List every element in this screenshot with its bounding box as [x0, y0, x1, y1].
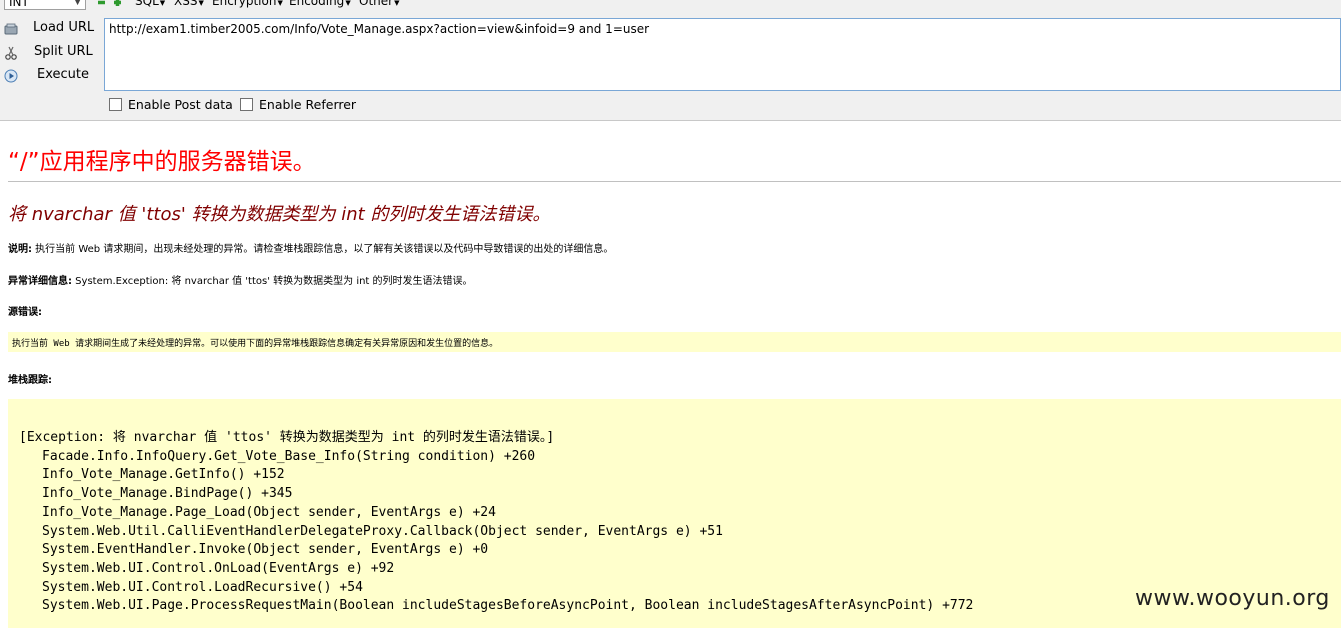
type-select-value: INT — [9, 0, 29, 9]
source-error-line: 源错误: — [8, 303, 42, 318]
description-text: 执行当前 Web 请求期间，出现未经处理的异常。请检查堆栈跟踪信息，以了解有关该… — [32, 244, 614, 255]
url-textarea[interactable]: http://exam1.timber2005.com/Info/Vote_Ma… — [104, 18, 1341, 91]
stack-trace-line: 堆栈跟踪: — [8, 371, 52, 386]
split-url-button[interactable]: Split URL — [0, 42, 100, 64]
hackbar-menu-row: INT ▼ SQL▼ XSS▼ Encryption▼ Encoding▼ Ot… — [0, 0, 1341, 12]
plus-icon[interactable] — [114, 0, 121, 6]
description-label: 说明: — [8, 244, 32, 255]
play-icon — [4, 69, 18, 83]
description-line: 说明: 执行当前 Web 请求期间，出现未经处理的异常。请检查堆栈跟踪信息，以了… — [8, 240, 613, 255]
stack-frame: Info_Vote_Manage.BindPage() +345 — [42, 486, 293, 502]
hackbar-toolbar: INT ▼ SQL▼ XSS▼ Encryption▼ Encoding▼ Ot… — [0, 0, 1341, 121]
enable-post-data-checkbox[interactable]: Enable Post data — [109, 97, 233, 112]
stack-trace-label: 堆栈跟踪: — [8, 375, 52, 386]
minus-icon[interactable] — [98, 0, 105, 6]
menu-other[interactable]: Other▼ — [359, 0, 399, 8]
checkbox-box[interactable] — [240, 98, 253, 111]
menu-encoding[interactable]: Encoding▼ — [289, 0, 351, 8]
menu-encryption[interactable]: Encryption▼ — [212, 0, 283, 8]
checkbox-box[interactable] — [109, 98, 122, 111]
execute-button[interactable]: Execute — [0, 65, 100, 87]
menu-xss[interactable]: XSS▼ — [174, 0, 204, 8]
page-title: “/”应用程序中的服务器错误。 — [8, 149, 316, 175]
scissors-icon — [5, 46, 17, 60]
enable-referrer-checkbox[interactable]: Enable Referrer — [240, 97, 356, 112]
enable-post-data-label: Enable Post data — [128, 97, 233, 112]
stack-frame: Info_Vote_Manage.GetInfo() +152 — [42, 467, 285, 483]
error-heading: 将 nvarchar 值 'ttos' 转换为数据类型为 int 的列时发生语法… — [8, 204, 551, 225]
menu-sql[interactable]: SQL▼ — [135, 0, 165, 8]
watermark: www.wooyun.org — [1135, 586, 1330, 611]
stack-frame: Facade.Info.InfoQuery.Get_Vote_Base_Info… — [42, 448, 536, 464]
stack-frame: System.Web.Util.CalliEventHandlerDelegat… — [42, 523, 723, 539]
source-error-label: 源错误: — [8, 307, 42, 318]
stack-frame: Info_Vote_Manage.Page_Load(Object sender… — [42, 504, 496, 520]
load-url-button[interactable]: Load URL — [0, 18, 100, 40]
divider — [8, 181, 1341, 182]
stack-header: [Exception: 将 nvarchar 值 'ttos' 转换为数据类型为… — [19, 430, 555, 445]
load-url-icon — [4, 23, 18, 35]
stack-frame: System.EventHandler.Invoke(Object sender… — [42, 542, 489, 558]
chevron-down-icon: ▼ — [74, 0, 81, 7]
source-error-box: 执行当前 Web 请求期间生成了未经处理的异常。可以使用下面的异常堆栈跟踪信息确… — [8, 332, 1341, 352]
enable-referrer-label: Enable Referrer — [259, 97, 357, 112]
exception-text: System.Exception: 将 nvarchar 值 'ttos' 转换… — [72, 276, 473, 287]
type-select[interactable]: INT ▼ — [4, 0, 86, 10]
stack-frame: System.Web.UI.Control.OnLoad(EventArgs e… — [42, 560, 395, 576]
exception-label: 异常详细信息: — [8, 276, 72, 287]
exception-details-line: 异常详细信息: System.Exception: 将 nvarchar 值 '… — [8, 272, 473, 287]
